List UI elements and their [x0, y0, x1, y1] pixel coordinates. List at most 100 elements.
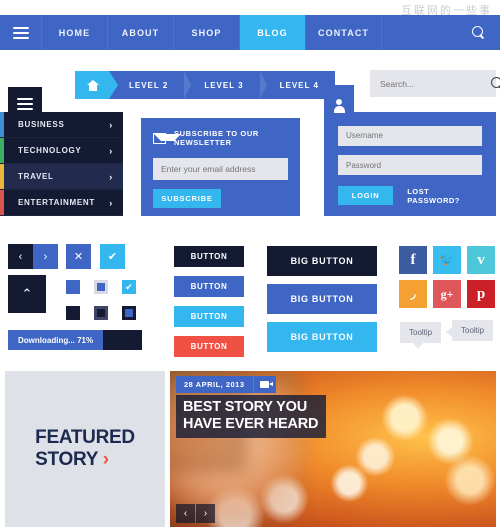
next-button[interactable]: ›	[33, 244, 58, 269]
newsletter-header: SUBSCRIBE TO OUR NEWSLETTER	[153, 129, 288, 147]
newsletter-subscribe-button[interactable]: SUBSCRIBE	[153, 189, 221, 208]
button-light-blue[interactable]: BUTTON	[174, 306, 244, 327]
pinterest-icon[interactable]: p	[467, 280, 495, 308]
sidebar-menu: BUSINESS › TECHNOLOGY › TRAVEL › ENTERTA…	[0, 112, 123, 216]
big-button-group: BIG BUTTON BIG BUTTON BIG BUTTON	[267, 246, 377, 360]
login-button[interactable]: LOGIN	[338, 186, 394, 205]
featured-line-2: STORY	[35, 449, 98, 470]
chevron-right-icon: ›	[109, 171, 113, 182]
featured-line-2-wrap: STORY ›	[35, 449, 135, 471]
carousel-prev-button[interactable]: ‹	[176, 504, 195, 523]
progress-bar: Downloading... 71%	[8, 330, 142, 350]
nav-hamburger-button[interactable]	[0, 15, 42, 50]
home-icon	[87, 79, 99, 91]
chevron-right-icon: ›	[109, 197, 113, 208]
vimeo-icon[interactable]: v	[467, 246, 495, 274]
checkbox-blue-checked[interactable]: ✔	[122, 280, 136, 294]
checkbox-blue-inset[interactable]	[94, 280, 108, 294]
nav-item-about[interactable]: ABOUT	[108, 15, 174, 50]
breadcrumb-home[interactable]	[75, 71, 118, 99]
breadcrumb-level-3[interactable]: LEVEL 3	[184, 71, 267, 99]
small-button-group: BUTTON BUTTON BUTTON BUTTON	[174, 246, 244, 366]
newsletter-panel: SUBSCRIBE TO OUR NEWSLETTER SUBSCRIBE	[141, 118, 300, 216]
story-headline: BEST STORY YOU HAVE EVER HEARD	[176, 395, 327, 439]
social-icon-grid: f 🐦 v ◞ g+ p	[399, 246, 495, 308]
carousel-next-button[interactable]: ›	[196, 504, 215, 523]
password-field[interactable]	[338, 155, 482, 175]
top-navigation-bar: HOME ABOUT SHOP BLOG CONTACT	[0, 15, 500, 50]
tooltip-bottom-pointer: Tooltip	[400, 322, 442, 349]
video-camera-icon	[254, 381, 276, 388]
button-red[interactable]: BUTTON	[174, 336, 244, 357]
sidebar-item-label: BUSINESS	[18, 120, 65, 129]
chevron-right-icon: ›	[109, 145, 113, 156]
accent-bar	[0, 112, 4, 137]
hamburger-icon	[12, 24, 29, 42]
checkbox-blue-filled[interactable]	[66, 280, 80, 294]
chevron-right-icon: ›	[109, 119, 113, 130]
checkbox-grid: ✔	[66, 280, 136, 320]
chevron-right-icon: ›	[102, 449, 109, 470]
login-actions: LOGIN LOST PASSWORD?	[338, 186, 482, 205]
featured-line-1: FEATURED	[35, 427, 135, 449]
story-carousel-controls: ‹ ›	[176, 504, 215, 523]
breadcrumb-level-2[interactable]: LEVEL 2	[109, 71, 192, 99]
button-dark[interactable]: BUTTON	[174, 246, 244, 267]
accent-bar	[0, 138, 4, 163]
confirm-button[interactable]: ✔	[100, 244, 125, 269]
story-headline-line-2: HAVE EVER HEARD	[183, 416, 319, 433]
nav-item-blog[interactable]: BLOG	[240, 15, 306, 50]
sidebar-item-entertainment[interactable]: ENTERTAINMENT ›	[0, 190, 123, 216]
story-date: 28 APRIL, 2013	[184, 380, 245, 389]
big-button-dark[interactable]: BIG BUTTON	[267, 246, 377, 276]
nav-item-shop[interactable]: SHOP	[174, 15, 240, 50]
search-input[interactable]	[380, 78, 491, 89]
newsletter-email-input[interactable]	[153, 158, 288, 180]
big-button-blue[interactable]: BIG BUTTON	[267, 284, 377, 314]
pager-arrows: ‹ ›	[8, 244, 58, 269]
rss-icon[interactable]: ◞	[399, 280, 427, 308]
twitter-icon[interactable]: 🐦	[433, 246, 461, 274]
hamburger-icon	[17, 95, 33, 113]
sidebar-item-label: TECHNOLOGY	[18, 146, 82, 155]
sidebar-toggle-button[interactable]	[8, 87, 42, 121]
sidebar-item-travel[interactable]: TRAVEL ›	[0, 164, 123, 190]
envelope-icon	[153, 132, 181, 144]
search-box[interactable]	[370, 70, 500, 97]
scroll-to-top-button[interactable]: ⌃	[8, 275, 46, 313]
story-date-badge: 28 APRIL, 2013	[176, 376, 276, 393]
action-icon-buttons: ✕ ✔	[66, 244, 125, 269]
search-icon	[471, 26, 485, 39]
google-plus-icon[interactable]: g+	[433, 280, 461, 308]
accent-bar	[0, 190, 4, 215]
lost-password-link[interactable]: LOST PASSWORD?	[407, 187, 482, 205]
login-panel: LOGIN LOST PASSWORD?	[324, 112, 496, 216]
sidebar-item-label: TRAVEL	[18, 172, 54, 181]
nav-item-home[interactable]: HOME	[42, 15, 108, 50]
login-user-tab[interactable]	[324, 85, 354, 113]
sidebar-item-technology[interactable]: TECHNOLOGY ›	[0, 138, 123, 164]
breadcrumb: LEVEL 2 LEVEL 3 LEVEL 4	[75, 71, 335, 99]
nav-search-button[interactable]	[456, 15, 500, 50]
story-photo-card[interactable]: 28 APRIL, 2013 BEST STORY YOU HAVE EVER …	[170, 371, 496, 527]
featured-story-card[interactable]: FEATURED STORY ›	[5, 371, 165, 527]
checkbox-dark-inset[interactable]	[94, 306, 108, 320]
checkbox-dark-selected[interactable]	[122, 306, 136, 320]
prev-button[interactable]: ‹	[8, 244, 33, 269]
button-blue[interactable]: BUTTON	[174, 276, 244, 297]
story-headline-line-1: BEST STORY YOU	[183, 399, 307, 415]
accent-bar	[0, 164, 4, 189]
sidebar-item-label: ENTERTAINMENT	[18, 198, 95, 207]
checkbox-dark-filled[interactable]	[66, 306, 80, 320]
big-button-light-blue[interactable]: BIG BUTTON	[267, 322, 377, 352]
user-icon	[333, 97, 346, 113]
username-field[interactable]	[338, 125, 482, 146]
tooltip-left-pointer: Tooltip	[445, 320, 494, 341]
nav-item-contact[interactable]: CONTACT	[306, 15, 383, 50]
close-button[interactable]: ✕	[66, 244, 91, 269]
featured-story-text: FEATURED STORY ›	[35, 427, 135, 471]
newsletter-title: SUBSCRIBE TO OUR NEWSLETTER	[173, 129, 259, 147]
progress-bar-fill: Downloading... 71%	[8, 330, 104, 350]
facebook-icon[interactable]: f	[399, 246, 427, 274]
